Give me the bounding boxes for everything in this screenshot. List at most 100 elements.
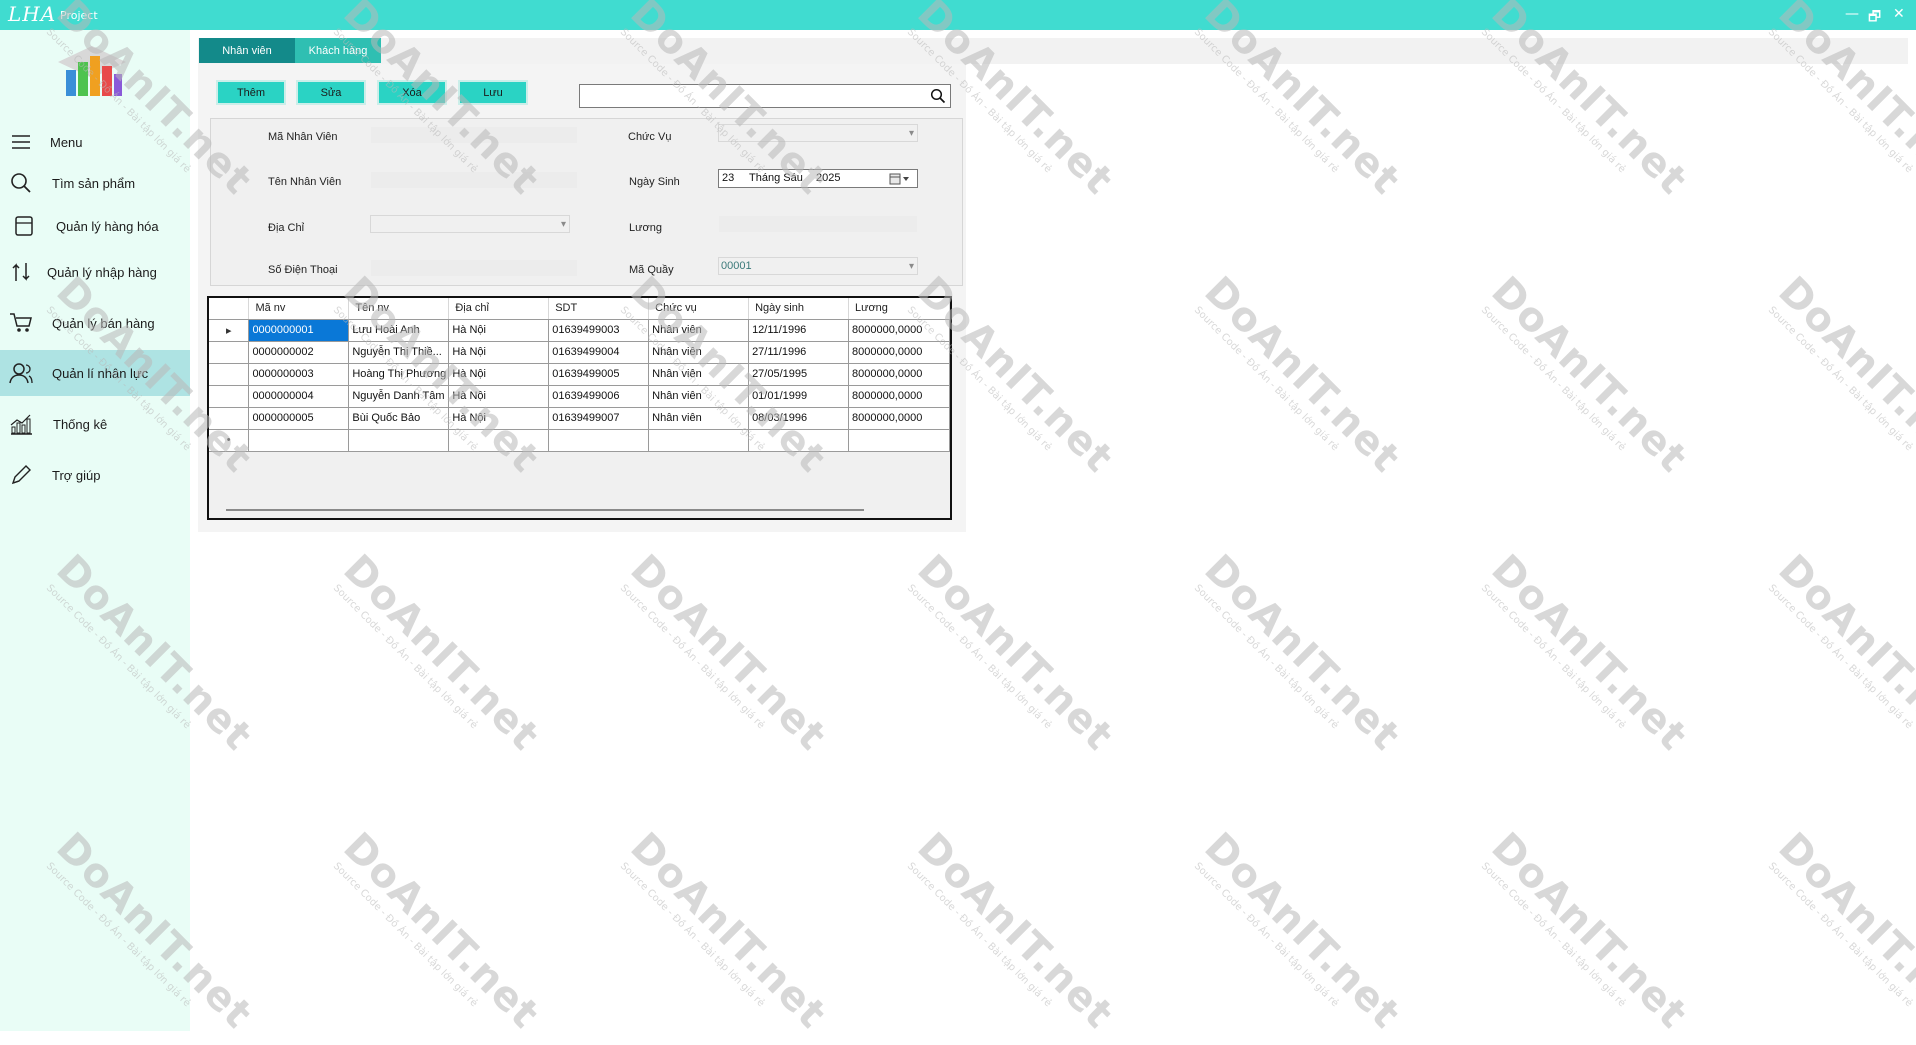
watermark-brand: DoAnIT.net bbox=[1195, 268, 1410, 482]
row-header[interactable] bbox=[209, 407, 250, 430]
counter-combo[interactable]: 00001 ▾ bbox=[718, 257, 918, 275]
table-cell[interactable]: 8000000,0000 bbox=[848, 341, 950, 364]
col-header-position[interactable]: Chức vụ bbox=[648, 298, 750, 320]
tab-employee[interactable]: Nhân viên bbox=[199, 38, 295, 63]
table-cell[interactable]: Nhân viên bbox=[648, 341, 750, 364]
delete-button[interactable]: Xóa bbox=[377, 80, 447, 105]
table-cell[interactable]: Hà Nội bbox=[448, 407, 550, 430]
search-icon[interactable] bbox=[930, 88, 946, 104]
table-cell[interactable]: 27/05/1995 bbox=[748, 363, 849, 386]
table-cell[interactable]: Hà Nội bbox=[448, 319, 550, 342]
table-cell[interactable]: 8000000,0000 bbox=[848, 363, 950, 386]
col-header-emp-id[interactable]: Mã nv bbox=[248, 298, 350, 320]
table-cell[interactable]: 01639499006 bbox=[548, 385, 650, 408]
table-cell[interactable]: 0000000005 bbox=[248, 407, 350, 430]
sidebar-item-import[interactable]: Quản lý nhập hàng bbox=[0, 249, 190, 295]
sidebar-item-statistics[interactable]: Thống kê bbox=[0, 401, 190, 447]
table-cell[interactable]: Nhân viên bbox=[648, 385, 750, 408]
table-cell[interactable]: 27/11/1996 bbox=[748, 341, 849, 364]
table-cell[interactable]: Hà Nội bbox=[448, 363, 550, 386]
salary-field[interactable] bbox=[718, 215, 918, 233]
horizontal-scrollbar[interactable] bbox=[226, 509, 864, 511]
table-cell[interactable]: Lưu Hoài Anh bbox=[348, 319, 450, 342]
dob-date-picker[interactable]: 23 Tháng Sáu 2025 bbox=[718, 169, 918, 188]
sidebar-item-label: Trợ giúp bbox=[52, 467, 101, 483]
watermark-brand: DoAnIT.net bbox=[908, 546, 1123, 760]
table-cell[interactable]: Hoàng Thị Phương bbox=[348, 363, 450, 386]
col-header-address[interactable]: Địa chỉ bbox=[448, 298, 550, 320]
table-cell[interactable]: 01639499005 bbox=[548, 363, 650, 386]
sidebar-item-menu[interactable]: Menu bbox=[0, 119, 190, 165]
new-row[interactable]: • bbox=[209, 429, 950, 452]
emp-name-field[interactable] bbox=[370, 171, 578, 189]
watermark: DoAnIT.net Source Code - Đồ Án - Bài tập … bbox=[327, 824, 548, 1045]
table-cell[interactable]: 8000000,0000 bbox=[848, 385, 950, 408]
table-cell[interactable] bbox=[248, 429, 350, 452]
row-header[interactable] bbox=[209, 363, 250, 386]
table-cell[interactable]: 01/01/1999 bbox=[748, 385, 849, 408]
table-cell[interactable] bbox=[648, 429, 750, 452]
table-cell[interactable]: Bùi Quốc Bảo bbox=[348, 407, 450, 430]
col-header-dob[interactable]: Ngày sinh bbox=[748, 298, 849, 320]
table-cell[interactable]: Nhân viên bbox=[648, 363, 750, 386]
row-header[interactable] bbox=[209, 385, 250, 408]
sidebar-item-search-product[interactable]: Tìm sản phẩm bbox=[0, 160, 190, 206]
table-cell[interactable]: 01639499003 bbox=[548, 319, 650, 342]
sidebar-item-hr[interactable]: Quản lí nhân lực bbox=[0, 350, 190, 396]
table-cell[interactable]: 08/03/1996 bbox=[748, 407, 849, 430]
row-header[interactable] bbox=[209, 341, 250, 364]
save-button[interactable]: Lưu bbox=[458, 80, 528, 105]
add-button[interactable]: Thêm bbox=[216, 80, 286, 105]
emp-id-field[interactable] bbox=[370, 126, 578, 144]
sidebar-item-label: Quản lý nhập hàng bbox=[47, 264, 157, 280]
table-cell[interactable]: 12/11/1996 bbox=[748, 319, 849, 342]
search-input[interactable] bbox=[579, 84, 951, 108]
table-cell[interactable]: 0000000004 bbox=[248, 385, 350, 408]
calendar-icon[interactable] bbox=[889, 173, 911, 185]
table-cell[interactable]: 0000000002 bbox=[248, 341, 350, 364]
col-header-emp-name[interactable]: Tên nv bbox=[348, 298, 450, 320]
table-cell[interactable]: Hà Nội bbox=[448, 341, 550, 364]
watermark-brand: DoAnIT.net bbox=[334, 824, 549, 1038]
table-row[interactable]: ▸ 0000000001 Lưu Hoài Anh Hà Nội 0163949… bbox=[209, 319, 950, 342]
table-cell[interactable]: Hà Nội bbox=[448, 385, 550, 408]
position-combo[interactable]: ▾ bbox=[718, 124, 918, 142]
table-row[interactable]: 0000000004 Nguyễn Danh Tâm Hà Nội 016394… bbox=[209, 385, 950, 408]
employee-grid[interactable]: Mã nv Tên nv Địa chỉ SDT Chức vụ Ngày si… bbox=[207, 296, 952, 520]
close-button[interactable]: ✕ bbox=[1893, 6, 1905, 22]
table-cell[interactable] bbox=[848, 429, 950, 452]
table-cell[interactable]: 01639499004 bbox=[548, 341, 650, 364]
col-header-salary[interactable]: Lương bbox=[848, 298, 950, 320]
minimize-button[interactable]: — bbox=[1845, 6, 1859, 22]
table-cell[interactable] bbox=[348, 429, 450, 452]
table-row[interactable]: 0000000005 Bùi Quốc Bảo Hà Nội 016394990… bbox=[209, 407, 950, 430]
table-cell[interactable] bbox=[748, 429, 849, 452]
edit-button[interactable]: Sửa bbox=[296, 80, 366, 105]
watermark-tagline: Source Code - Đồ Án - Bài tập lớn giá rẻ bbox=[904, 860, 1054, 1010]
watermark: DoAnIT.net Source Code - Đồ Án - Bài tập … bbox=[1475, 0, 1696, 211]
col-header-phone[interactable]: SDT bbox=[548, 298, 650, 320]
table-cell[interactable] bbox=[448, 429, 550, 452]
sidebar-item-help[interactable]: Trợ giúp bbox=[0, 452, 190, 498]
new-row-marker[interactable]: • bbox=[209, 429, 250, 452]
current-row-marker[interactable]: ▸ bbox=[209, 319, 250, 342]
table-cell[interactable]: Nhân viên bbox=[648, 319, 750, 342]
table-cell[interactable] bbox=[548, 429, 650, 452]
table-cell[interactable]: 8000000,0000 bbox=[848, 319, 950, 342]
title-bar: LHA Project — 🗗 ✕ bbox=[0, 0, 1916, 30]
address-combo[interactable]: ▾ bbox=[370, 215, 570, 233]
table-cell[interactable]: 01639499007 bbox=[548, 407, 650, 430]
sidebar-item-goods[interactable]: Quản lý hàng hóa bbox=[0, 203, 190, 249]
restore-button[interactable]: 🗗 bbox=[1868, 6, 1881, 30]
table-cell[interactable]: Nguyễn Danh Tâm bbox=[348, 385, 450, 408]
table-cell[interactable]: 0000000003 bbox=[248, 363, 350, 386]
table-cell[interactable]: 8000000,0000 bbox=[848, 407, 950, 430]
phone-field[interactable] bbox=[370, 259, 578, 277]
table-row[interactable]: 0000000003 Hoàng Thị Phương Hà Nội 01639… bbox=[209, 363, 950, 386]
table-cell[interactable]: Nguyễn Thị Thiề... bbox=[348, 341, 450, 364]
tab-customer[interactable]: Khách hàng bbox=[295, 38, 381, 63]
table-cell[interactable]: Nhân viên bbox=[648, 407, 750, 430]
sidebar-item-sales[interactable]: Quản lý bán hàng bbox=[0, 300, 190, 346]
table-row[interactable]: 0000000002 Nguyễn Thị Thiề... Hà Nội 016… bbox=[209, 341, 950, 364]
table-cell[interactable]: 0000000001 bbox=[248, 319, 350, 342]
